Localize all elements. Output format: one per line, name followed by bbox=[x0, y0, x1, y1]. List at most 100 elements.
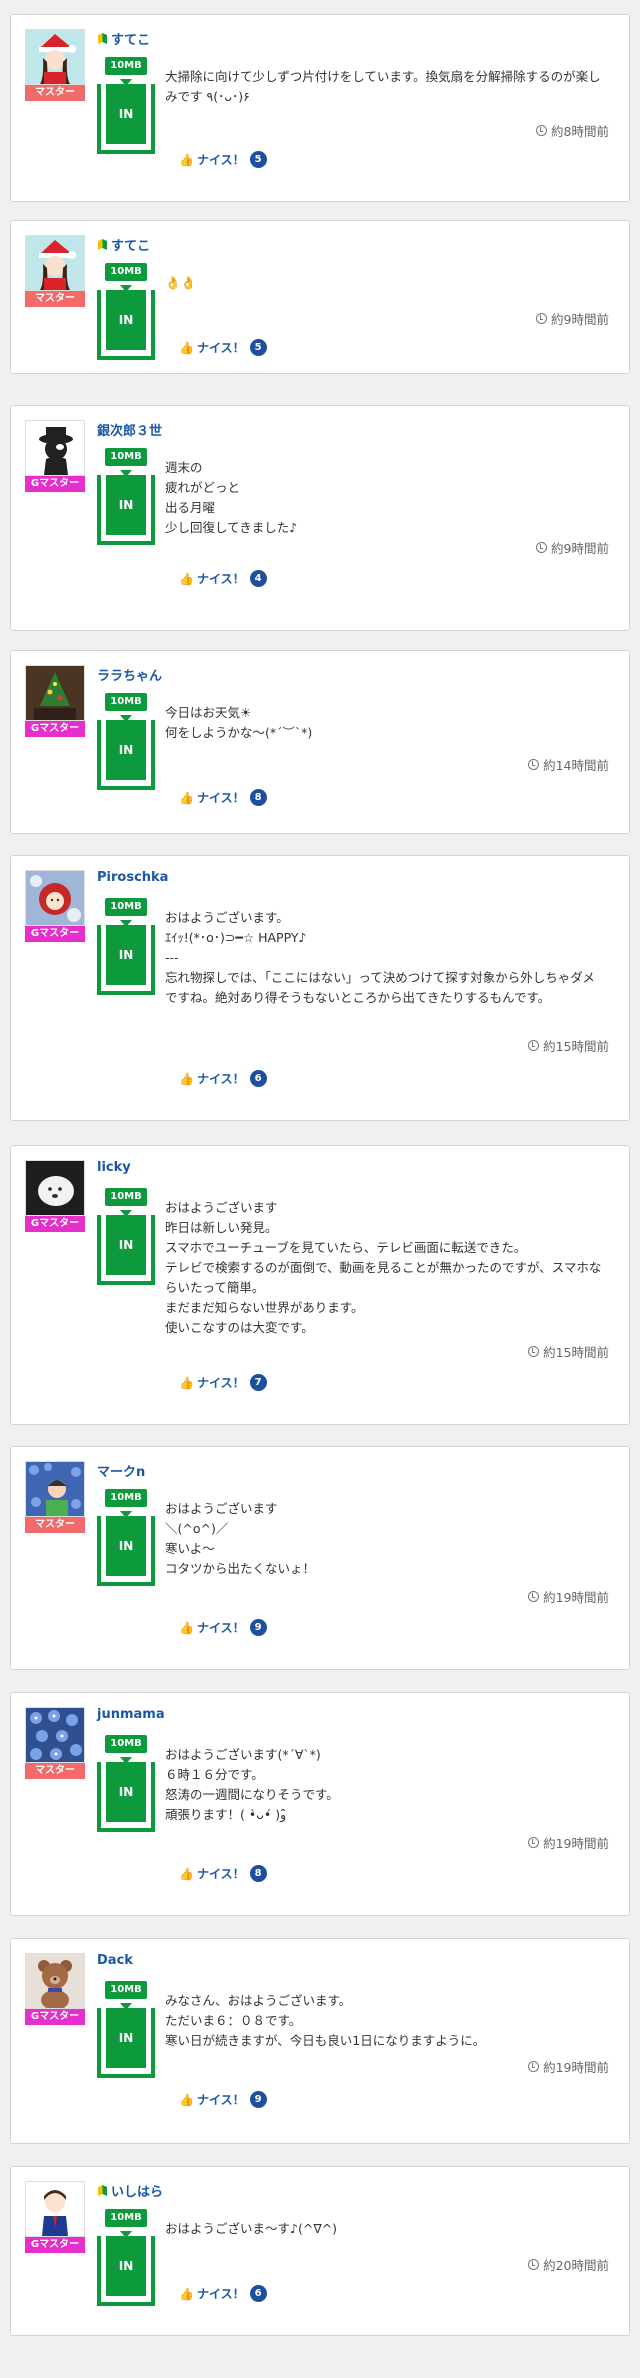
nice-label[interactable]: ナイス！ bbox=[197, 789, 245, 806]
username[interactable]: すてこ bbox=[111, 29, 150, 48]
username[interactable]: Dack bbox=[97, 1953, 133, 1968]
post-timestamp: 約15時間前 bbox=[528, 1036, 609, 1055]
username-link[interactable]: すてこ bbox=[97, 235, 150, 254]
nice-button[interactable]: 👍 ナイス！ 6 bbox=[179, 1070, 267, 1087]
user-avatar-block[interactable]: Gマスター bbox=[25, 420, 87, 492]
user-avatar-block[interactable]: Gマスター bbox=[25, 2181, 87, 2253]
clock-icon bbox=[528, 1837, 540, 1848]
time-text: 約20時間前 bbox=[543, 2258, 609, 2273]
post-text: みなさん、おはようございます。 ただいま６：０８です。 寒い日が続きますが、今日… bbox=[165, 1993, 486, 2048]
nice-button[interactable]: 👍 ナイス！ 5 bbox=[179, 151, 267, 168]
avatar[interactable] bbox=[25, 1953, 85, 2009]
nice-label[interactable]: ナイス！ bbox=[197, 1619, 245, 1636]
username-link[interactable]: すてこ bbox=[97, 29, 150, 48]
avatar[interactable] bbox=[25, 2181, 85, 2237]
username[interactable]: いしはら bbox=[111, 2181, 163, 2200]
user-avatar-block[interactable]: マスター bbox=[25, 1707, 87, 1779]
user-avatar-block[interactable]: マスター bbox=[25, 1461, 87, 1533]
nice-button[interactable]: 👍 ナイス！ 6 bbox=[179, 2285, 267, 2302]
post-text: おはようございます。 ｴｲｯ!(*･ο･)⊃━☆ HAPPY♪ --- 忘れ物探… bbox=[165, 910, 595, 1005]
nice-count-badge: 6 bbox=[249, 1070, 267, 1087]
username-link[interactable]: junmama bbox=[97, 1707, 165, 1722]
avatar[interactable] bbox=[25, 1160, 85, 1216]
avatar[interactable] bbox=[25, 29, 85, 85]
post-card: Gマスター Dack 10MB IN みなさん、おはようございます。 ただいま６… bbox=[10, 1938, 630, 2144]
user-avatar-block[interactable]: Gマスター bbox=[25, 1160, 87, 1232]
storage-bin: 10MB IN bbox=[97, 898, 155, 995]
bin-box: IN bbox=[97, 1215, 155, 1285]
user-avatar-block[interactable]: マスター bbox=[25, 235, 87, 307]
nice-button[interactable]: 👍 ナイス！ 9 bbox=[179, 1619, 267, 1636]
rank-badge: Gマスター bbox=[25, 721, 85, 737]
bin-in-label: IN bbox=[106, 1762, 146, 1822]
nice-button[interactable]: 👍 ナイス！ 7 bbox=[179, 1374, 267, 1391]
username-link[interactable]: マークn bbox=[97, 1461, 145, 1480]
username-link[interactable]: ララちゃん bbox=[97, 665, 162, 684]
user-avatar-block[interactable]: マスター bbox=[25, 29, 87, 101]
username[interactable]: すてこ bbox=[111, 235, 150, 254]
nice-label[interactable]: ナイス！ bbox=[197, 570, 245, 587]
nice-button[interactable]: 👍 ナイス！ 4 bbox=[179, 570, 267, 587]
avatar[interactable] bbox=[25, 1461, 85, 1517]
post-card: Gマスター 銀次郎３世 10MB IN 週末の 疲れがどっと 出る月曜 少し回復… bbox=[10, 405, 630, 631]
nice-label[interactable]: ナイス！ bbox=[197, 1374, 245, 1391]
size-tag: 10MB bbox=[105, 263, 147, 281]
user-avatar-block[interactable]: Gマスター bbox=[25, 665, 87, 737]
post-text: 👌👌 bbox=[165, 275, 197, 290]
rank-badge: マスター bbox=[25, 291, 85, 307]
post-card: マスター マークn 10MB IN おはようございます ＼(^o^)／ 寒いよ〜… bbox=[10, 1446, 630, 1670]
post-text: おはようございます(*´∀`*) ６時１６分です。 怒涛の一週間になりそうです。… bbox=[165, 1747, 339, 1822]
username-link[interactable]: Dack bbox=[97, 1953, 133, 1968]
rank-badge: マスター bbox=[25, 85, 85, 101]
storage-bin: 10MB IN bbox=[97, 263, 155, 360]
nice-count-badge: 8 bbox=[249, 789, 267, 806]
avatar[interactable] bbox=[25, 235, 85, 291]
size-tag: 10MB bbox=[105, 2209, 147, 2227]
storage-bin: 10MB IN bbox=[97, 693, 155, 790]
avatar[interactable] bbox=[25, 665, 85, 721]
avatar[interactable] bbox=[25, 420, 85, 476]
user-avatar-block[interactable]: Gマスター bbox=[25, 870, 87, 942]
nice-button[interactable]: 👍 ナイス！ 8 bbox=[179, 1865, 267, 1882]
username[interactable]: junmama bbox=[97, 1707, 165, 1722]
nice-label[interactable]: ナイス！ bbox=[197, 1865, 245, 1882]
size-tag: 10MB bbox=[105, 1489, 147, 1507]
bin-in-label: IN bbox=[106, 84, 146, 144]
username-link[interactable]: licky bbox=[97, 1160, 131, 1175]
bin-in-label: IN bbox=[106, 475, 146, 535]
nice-label[interactable]: ナイス！ bbox=[197, 339, 245, 356]
username-link[interactable]: 銀次郎３世 bbox=[97, 420, 162, 439]
rank-badge: マスター bbox=[25, 1763, 85, 1779]
user-avatar-block[interactable]: Gマスター bbox=[25, 1953, 87, 2025]
post-text: おはようございま〜す♪(^∇^) bbox=[165, 2221, 338, 2236]
avatar[interactable] bbox=[25, 870, 85, 926]
username[interactable]: マークn bbox=[97, 1461, 145, 1480]
nice-label[interactable]: ナイス！ bbox=[197, 2091, 245, 2108]
nice-button[interactable]: 👍 ナイス！ 5 bbox=[179, 339, 267, 356]
username[interactable]: Piroschka bbox=[97, 870, 168, 885]
thumbs-up-icon: 👍 bbox=[179, 1375, 194, 1390]
nice-button[interactable]: 👍 ナイス！ 8 bbox=[179, 789, 267, 806]
time-text: 約15時間前 bbox=[543, 1039, 609, 1054]
size-tag: 10MB bbox=[105, 57, 147, 75]
bin-box: IN bbox=[97, 2236, 155, 2306]
clock-icon bbox=[528, 759, 540, 770]
time-text: 約9時間前 bbox=[551, 541, 609, 556]
username[interactable]: 銀次郎３世 bbox=[97, 420, 162, 439]
username[interactable]: licky bbox=[97, 1160, 131, 1175]
post-text: おはようございます ＼(^o^)／ 寒いよ〜 コタツから出たくないょ！ bbox=[165, 1501, 316, 1576]
nice-label[interactable]: ナイス！ bbox=[197, 2285, 245, 2302]
username[interactable]: ララちゃん bbox=[97, 665, 162, 684]
bin-box: IN bbox=[97, 84, 155, 154]
username-link[interactable]: いしはら bbox=[97, 2181, 163, 2200]
size-tag: 10MB bbox=[105, 1735, 147, 1753]
size-tag: 10MB bbox=[105, 448, 147, 466]
avatar[interactable] bbox=[25, 1707, 85, 1763]
nice-button[interactable]: 👍 ナイス！ 9 bbox=[179, 2091, 267, 2108]
username-link[interactable]: Piroschka bbox=[97, 870, 168, 885]
post-card: Gマスター Piroschka 10MB IN おはようございます。 ｴｲｯ!(… bbox=[10, 855, 630, 1121]
nice-label[interactable]: ナイス！ bbox=[197, 1070, 245, 1087]
nice-label[interactable]: ナイス！ bbox=[197, 151, 245, 168]
thumbs-up-icon: 👍 bbox=[179, 2092, 194, 2107]
post-card: Gマスター いしはら 10MB IN おはようございま〜す♪(^∇^) 約20時… bbox=[10, 2166, 630, 2336]
